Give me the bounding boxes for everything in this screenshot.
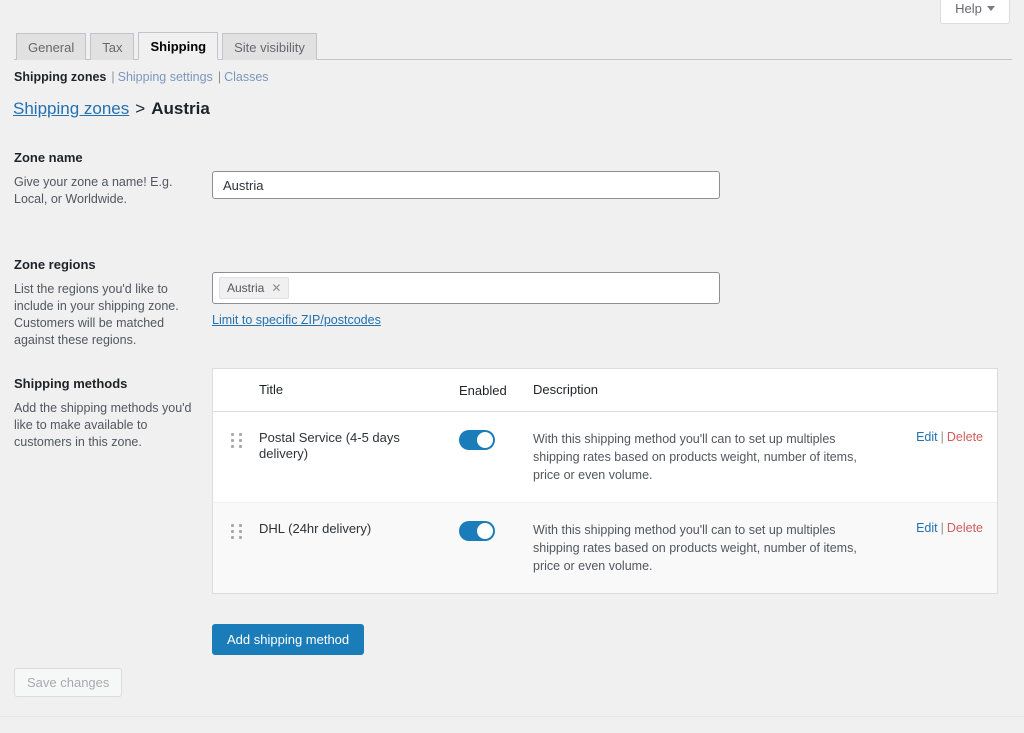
zone-name-label: Zone name: [14, 150, 83, 165]
subnav-item-classes[interactable]: Classes: [224, 70, 268, 84]
tab-tax[interactable]: Tax: [90, 33, 135, 60]
edit-link[interactable]: Edit: [916, 521, 938, 535]
enabled-toggle[interactable]: [459, 430, 495, 450]
table-header-row: Title Enabled Description: [213, 369, 997, 412]
actions-separator: |: [940, 430, 944, 444]
row-description: With this shipping method you'll can to …: [533, 432, 857, 482]
enabled-toggle[interactable]: [459, 521, 495, 541]
zone-name-label-col: Zone name Give your zone a name! E.g. Lo…: [14, 150, 204, 208]
close-icon[interactable]: ✕: [271, 282, 281, 294]
subnav-item-shipping-settings[interactable]: Shipping settings: [118, 70, 213, 84]
delete-link[interactable]: Delete: [947, 521, 983, 535]
column-title-header: Title: [259, 382, 284, 397]
breadcrumb-link-shipping-zones[interactable]: Shipping zones: [13, 99, 129, 119]
zone-name-input[interactable]: [212, 171, 720, 199]
column-description-header: Description: [533, 382, 599, 397]
table-row: DHL (24hr delivery) With this shipping m…: [213, 502, 997, 593]
shipping-methods-description: Add the shipping methods you'd like to m…: [14, 401, 192, 449]
breadcrumb-separator: >: [135, 99, 146, 118]
shipping-subnav: Shipping zones | Shipping settings | Cla…: [14, 70, 269, 84]
add-shipping-method-button[interactable]: Add shipping method: [212, 624, 365, 655]
actions-separator: |: [940, 521, 944, 535]
zone-regions-field-col: Austria ✕ Limit to specific ZIP/postcode…: [212, 272, 720, 327]
bottom-divider: [0, 716, 1024, 717]
column-enabled-header: Enabled: [459, 382, 507, 398]
zone-regions-label: Zone regions: [14, 257, 96, 272]
subnav-separator-1: |: [111, 70, 115, 84]
row-enabled-cell: [459, 430, 533, 453]
row-handle-cell: [213, 521, 259, 539]
tab-shipping[interactable]: Shipping: [138, 32, 219, 60]
zone-regions-description: List the regions you'd like to include i…: [14, 282, 179, 347]
row-enabled-cell: [459, 521, 533, 544]
help-button[interactable]: Help: [940, 0, 1010, 24]
region-chip-label: Austria: [227, 281, 265, 295]
settings-tab-bar: General Tax Shipping Site visibility: [14, 32, 1012, 60]
table-row: Postal Service (4-5 days delivery) With …: [213, 412, 997, 502]
row-actions: Edit | Delete: [885, 430, 997, 444]
delete-link[interactable]: Delete: [947, 430, 983, 444]
subnav-separator-2: |: [217, 70, 222, 84]
breadcrumb-current: Austria: [151, 99, 210, 118]
help-button-wrap: Help: [940, 0, 1010, 24]
row-handle-cell: [213, 430, 259, 448]
region-chip-austria: Austria ✕: [219, 277, 290, 299]
row-title: DHL (24hr delivery): [259, 521, 372, 536]
edit-link[interactable]: Edit: [916, 430, 938, 444]
zone-regions-select[interactable]: Austria ✕: [212, 272, 720, 304]
toggle-knob: [477, 523, 493, 539]
help-button-label: Help: [955, 1, 982, 16]
tab-site-visibility[interactable]: Site visibility: [222, 33, 317, 60]
zone-name-field-col: [212, 171, 720, 199]
tab-general[interactable]: General: [16, 33, 87, 60]
toggle-knob: [477, 432, 493, 448]
zone-name-description: Give your zone a name! E.g. Local, or Wo…: [14, 175, 173, 206]
row-description: With this shipping method you'll can to …: [533, 523, 857, 573]
shipping-methods-label: Shipping methods: [14, 376, 128, 391]
drag-handle-icon[interactable]: [230, 524, 242, 539]
row-title: Postal Service (4-5 days delivery): [259, 430, 400, 461]
row-actions: Edit | Delete: [885, 521, 997, 535]
chevron-down-icon: [986, 6, 995, 11]
shipping-methods-label-col: Shipping methods Add the shipping method…: [14, 376, 204, 451]
column-handle-header: [213, 389, 259, 392]
shipping-methods-table: Title Enabled Description Postal Service…: [212, 368, 998, 594]
save-changes-button[interactable]: Save changes: [14, 668, 123, 697]
drag-handle-icon[interactable]: [230, 433, 242, 448]
limit-zip-postcodes-link[interactable]: Limit to specific ZIP/postcodes: [212, 313, 381, 327]
subnav-item-shipping-zones[interactable]: Shipping zones: [14, 70, 106, 84]
breadcrumb: Shipping zones > Austria: [13, 99, 210, 119]
zone-regions-label-col: Zone regions List the regions you'd like…: [14, 257, 204, 349]
